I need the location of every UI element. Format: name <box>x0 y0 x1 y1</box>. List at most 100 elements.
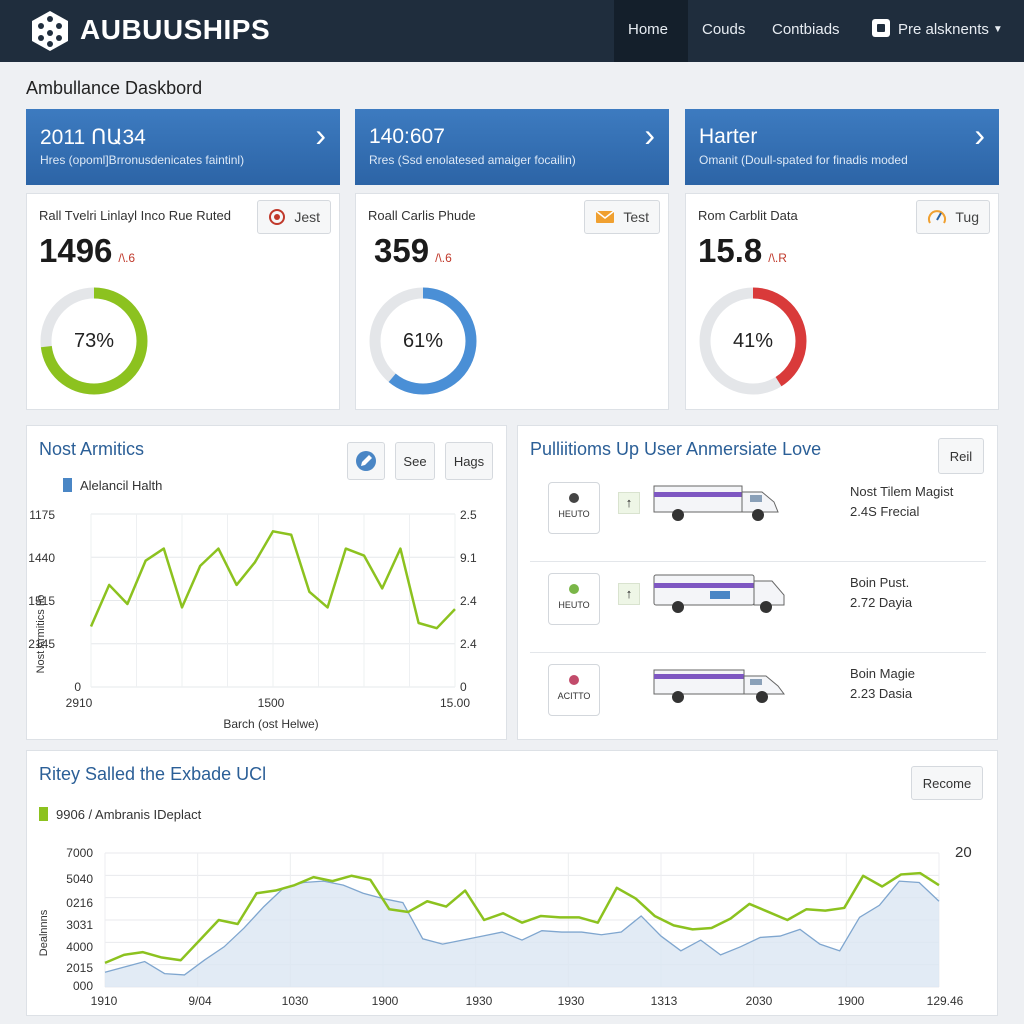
card-header-title: 140:607 <box>369 125 445 148</box>
stat-card-3: Rom Carblit Data Tug 15.8 /\.R 41% <box>685 193 999 410</box>
record-icon <box>269 209 286 225</box>
stat-label: Rom Carblit Data <box>698 208 798 223</box>
recome-button[interactable]: Recome <box>911 766 983 800</box>
y-tick: 000 <box>73 979 93 993</box>
stat-value: 359 /\.6 <box>374 232 452 270</box>
test-button-label: Test <box>623 209 649 225</box>
stat-value: 15.8 /\.R <box>698 232 787 270</box>
gauge-icon <box>928 210 947 224</box>
summary-card-header-3[interactable]: Harter Omanit (Doull-spated for finadis … <box>685 109 999 185</box>
tug-button[interactable]: Tug <box>916 200 990 234</box>
nav-contbiads[interactable]: Contbiads <box>758 0 854 62</box>
summary-card-header-2[interactable]: 140:607 Rres (Ssd enolatesed amaiger foc… <box>355 109 669 185</box>
card-header-subtitle: Rres (Ssd enolatesed amaiger focailin) <box>369 153 576 167</box>
chevron-right-icon: › <box>974 117 985 153</box>
y-right-tick: 2.4 <box>460 637 477 651</box>
stat-number: 359 <box>374 232 430 269</box>
cube-logo-icon <box>32 11 68 51</box>
x-tick: 1930 <box>466 994 493 1008</box>
nav-pre-alsknents-dropdown[interactable]: Pre alsknents ▼ <box>858 0 1017 62</box>
legend-swatch <box>39 807 48 821</box>
see-button[interactable]: See <box>395 442 435 480</box>
fleet-title: Pulliitioms Up User Anmersiate Love <box>530 439 822 459</box>
nav-home-label: Home <box>628 21 669 38</box>
ambulance-icon <box>653 574 785 613</box>
legend-swatch <box>63 478 72 492</box>
vehicle-detail: 2.23 Dasia <box>850 686 913 701</box>
vehicle-row[interactable]: HEUTO ↑ Nost Tilem Magist 2.4S Frecial <box>530 474 986 562</box>
x-tick: 2030 <box>746 994 773 1008</box>
status-dot <box>569 493 579 503</box>
y-tick: 1515 <box>28 594 55 608</box>
summary-card-header-1[interactable]: 2011 ՈԱ34 Hres (opoml]Brronusdenicates f… <box>26 109 340 185</box>
nav-home[interactable]: Home <box>614 0 688 62</box>
stat-number: 15.8 <box>698 232 763 269</box>
donut-percent: 61% <box>402 330 444 352</box>
mail-icon <box>595 210 615 223</box>
x-tick: 9/04 <box>188 994 212 1008</box>
vehicle-name: Boin Pust. <box>850 575 910 590</box>
reil-button[interactable]: Reil <box>938 438 984 474</box>
chevron-right-icon: › <box>644 117 655 153</box>
chevron-right-icon: › <box>315 117 326 153</box>
donut-percent: 41% <box>732 330 774 352</box>
ambulance-icon <box>653 669 785 703</box>
vehicle-name: Boin Magie <box>850 666 916 681</box>
trend-legend: 9906 / Ambranis IDeplact <box>39 807 201 822</box>
y-axis-title: Dealnnns <box>38 909 50 956</box>
jest-button[interactable]: Jest <box>257 200 331 234</box>
x-tick: 1930 <box>558 994 585 1008</box>
card-header-title: Harter <box>699 125 758 148</box>
x-axis-title: Barch (ost Helwe) <box>223 717 318 731</box>
y-tick: 1175 <box>29 508 55 522</box>
stat-suffix: /\.6 <box>435 251 452 265</box>
stat-label: Rall Tvelri Linlayl Inco Rue Ruted <box>39 208 231 223</box>
trend-title: Ritey Salled the Exbade UCl <box>39 764 267 784</box>
y-right-tick: 0 <box>460 680 467 694</box>
y-tick: 3031 <box>66 918 93 932</box>
page-title: Ambullance Daskbord <box>26 78 203 98</box>
vehicle-tag-label: HEUTO <box>558 509 590 519</box>
y-tick: 5040 <box>66 872 93 886</box>
card-header-subtitle: Omanit (Doull-spated for finadis moded <box>699 153 908 167</box>
brand-name: AUBUUSHIPS <box>80 14 271 45</box>
window-icon <box>872 19 890 37</box>
tug-button-label: Tug <box>955 209 979 225</box>
x-tick: 129.46 <box>927 994 964 1008</box>
x-tick: 2910 <box>66 696 93 710</box>
vehicle-name: Nost Tilem Magist <box>850 484 954 499</box>
chevron-down-icon: ▼ <box>992 24 1003 35</box>
vehicle-detail: 2.4S Frecial <box>850 504 920 519</box>
trend-area-chart: Dealnnns 7000 5040 0216 3031 4000 2015 0… <box>38 844 972 1008</box>
vehicle-row[interactable]: HEUTO ↑ Boin Pust. 2.72 Dayia <box>530 565 986 653</box>
status-dot <box>569 675 579 685</box>
vehicle-tag-label: HEUTO <box>558 600 590 610</box>
hags-button[interactable]: Hags <box>445 442 493 480</box>
x-tick: 15.00 <box>440 696 470 710</box>
y-tick: 7000 <box>66 846 93 860</box>
analytics-panel: Nost Armitics See Hags Alelancil Halth N… <box>26 425 507 740</box>
status-dot <box>569 584 579 594</box>
edit-button[interactable] <box>347 442 385 480</box>
vehicle-row[interactable]: ACITTO Boin Magie 2.23 Dasia <box>530 656 986 744</box>
analytics-line-chart: Nost Armitics Ilo 1175 1440 1515 2145 0 … <box>28 508 477 731</box>
y-tick: 2015 <box>66 961 93 975</box>
analytics-title: Nost Armitics <box>39 439 145 459</box>
card-header-title: 2011 ՈԱ34 <box>40 126 146 149</box>
vehicle-tag-label: ACITTO <box>557 691 591 701</box>
top-nav-bar: AUBUUSHIPS Home Couds Contbiads Pre alsk… <box>0 0 1024 62</box>
chart-grid <box>90 513 456 688</box>
jest-button-label: Jest <box>294 209 320 225</box>
test-button[interactable]: Test <box>584 200 660 234</box>
x-tick: 1313 <box>651 994 678 1008</box>
trend-panel: Ritey Salled the Exbade UCl Recome 9906 … <box>26 750 998 1016</box>
stat-value: 1496 /\.6 <box>39 232 135 270</box>
stat-suffix: /\.6 <box>118 251 136 265</box>
y-right-label: 20 <box>955 844 972 861</box>
series-area <box>105 881 939 987</box>
nav-couds[interactable]: Couds <box>688 0 759 62</box>
stat-card-2: Roall Carlis Phude Test 359 /\.6 61% <box>355 193 669 410</box>
nav-contbiads-label: Contbiads <box>772 21 840 38</box>
analytics-legend: Alelancil Halth <box>63 478 162 493</box>
x-tick: 1910 <box>91 994 118 1008</box>
